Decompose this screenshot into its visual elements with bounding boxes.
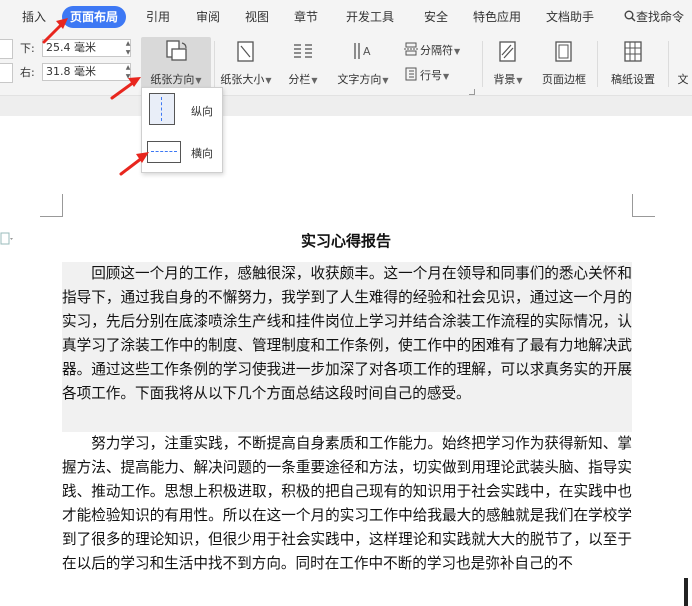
page-border-icon xyxy=(555,41,572,62)
menu-item-landscape[interactable]: 横向 xyxy=(147,133,217,169)
tab-developer[interactable]: 开发工具 xyxy=(346,6,394,28)
search-command[interactable]: 查找命令 xyxy=(624,6,684,28)
margin-corner-top-right xyxy=(632,194,655,217)
portrait-icon xyxy=(149,93,175,125)
svg-text:A: A xyxy=(363,45,371,58)
document-title: 实习心得报告 xyxy=(300,232,391,250)
tab-chapter[interactable]: 章节 xyxy=(294,6,318,28)
page-border-label: 页面边框 xyxy=(542,73,586,86)
margin-corner-top-left xyxy=(40,194,63,217)
ribbon-toolbar: 下: 25.4 毫米 ▲ ▼ 右: 31.8 毫米 ▲ ▼ 纸张方向▼ 纸张大小▼ xyxy=(0,33,692,96)
paragraph-1: 回顾这一个月的工作，感触很深，收获颇丰。这一个月在领导和同事们的悉心关怀和指导下… xyxy=(62,265,632,402)
landscape-icon xyxy=(147,141,181,163)
canvas-gutter xyxy=(0,96,692,116)
line-number-icon xyxy=(405,67,417,81)
separator-label: 分隔符 xyxy=(420,44,453,57)
text-direction-label: 文字方向 xyxy=(337,73,382,86)
line-number-button[interactable]: 行号▼ xyxy=(404,67,449,83)
search-icon xyxy=(624,10,636,22)
page-border-button[interactable]: 页面边框 xyxy=(535,37,593,91)
background-icon xyxy=(499,41,516,62)
background-label: 背景 xyxy=(493,73,516,86)
orientation-button[interactable]: 纸张方向▼ xyxy=(141,37,211,91)
paper-settings-label: 稿纸设置 xyxy=(611,73,655,86)
tab-references[interactable]: 引用 xyxy=(146,6,170,28)
margin-right-input[interactable]: 31.8 毫米 xyxy=(42,63,131,81)
margin-bottom-field: 下: 25.4 毫米 ▲ ▼ xyxy=(20,39,135,57)
search-label: 查找命令 xyxy=(636,10,685,24)
text-tool-cut-button[interactable]: 文 xyxy=(674,37,692,91)
margin-top-stub[interactable] xyxy=(0,39,13,59)
menu-item-portrait[interactable]: 纵向 xyxy=(147,91,217,127)
margin-bottom-spinner[interactable]: ▲ ▼ xyxy=(124,39,132,57)
tab-insert[interactable]: 插入 xyxy=(22,6,46,28)
ribbon-tab-bar: 插入 页面布局 引用 审阅 视图 章节 开发工具 安全 特色应用 文档助手 查找… xyxy=(0,0,692,33)
margin-left-stub[interactable] xyxy=(0,63,13,83)
margin-bottom-input[interactable]: 25.4 毫米 xyxy=(42,39,131,57)
paper-settings-button[interactable]: 稿纸设置 xyxy=(604,37,662,91)
margin-right-field: 右: 31.8 毫米 ▲ ▼ xyxy=(20,63,135,81)
manuscript-paper-icon xyxy=(624,41,642,62)
text-direction-icon: A xyxy=(354,43,371,59)
tab-review[interactable]: 审阅 xyxy=(196,6,220,28)
text-direction-button[interactable]: A 文字方向▼ xyxy=(331,37,395,91)
columns-icon xyxy=(294,44,312,58)
separator-button[interactable]: 分隔符▼ xyxy=(404,42,460,58)
tab-security[interactable]: 安全 xyxy=(424,6,448,28)
background-button[interactable]: 背景▼ xyxy=(488,37,528,91)
orientation-icon xyxy=(166,40,187,61)
orientation-menu: 纵向 横向 xyxy=(141,87,223,173)
page-setup-launcher[interactable] xyxy=(469,89,475,95)
paragraph-2: 努力学习，注重实践，不断提高自身素质和工作能力。始终把学习作为获得新知、掌握方法… xyxy=(62,435,632,572)
paragraph-layout-icon[interactable] xyxy=(0,232,14,246)
line-number-label: 行号 xyxy=(420,69,442,82)
columns-label: 分栏 xyxy=(288,73,311,86)
tab-view[interactable]: 视图 xyxy=(245,6,269,28)
margin-right-label: 右: xyxy=(20,66,35,79)
tab-page-layout[interactable]: 页面布局 xyxy=(62,6,127,28)
scrollbar-thumb[interactable] xyxy=(684,578,688,606)
portrait-label: 纵向 xyxy=(191,105,213,118)
paper-size-label: 纸张大小 xyxy=(220,73,265,86)
landscape-label: 横向 xyxy=(191,147,213,160)
orientation-label: 纸张方向 xyxy=(150,73,195,86)
tab-doc-assistant[interactable]: 文档助手 xyxy=(546,6,594,28)
tab-features[interactable]: 特色应用 xyxy=(473,6,521,28)
text-tool-cut-label: 文 xyxy=(677,73,689,86)
paper-size-button[interactable]: 纸张大小▼ xyxy=(216,37,276,91)
paper-size-icon xyxy=(237,41,254,62)
separator-icon xyxy=(404,42,418,56)
columns-button[interactable]: 分栏▼ xyxy=(283,37,323,91)
margin-right-spinner[interactable]: ▲ ▼ xyxy=(124,63,132,81)
margin-bottom-label: 下: xyxy=(20,42,35,55)
